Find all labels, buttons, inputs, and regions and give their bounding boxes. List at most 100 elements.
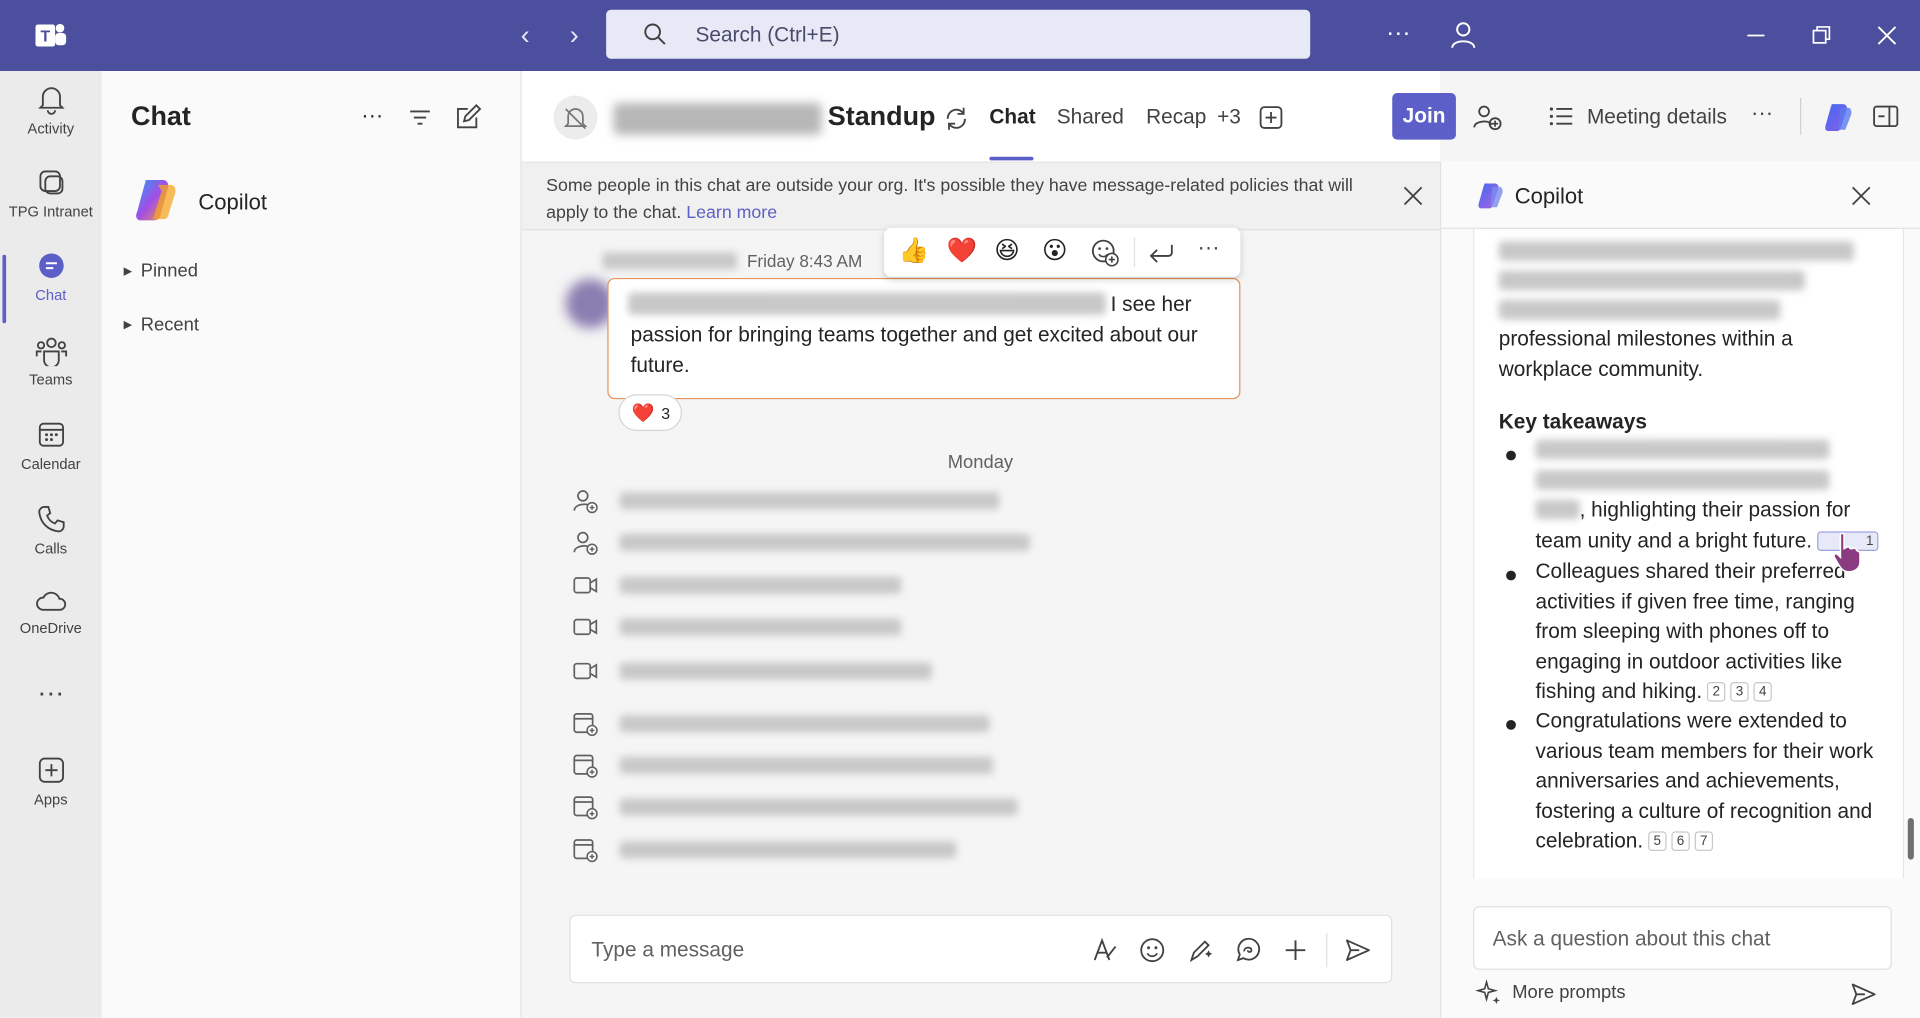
- response-text-redacted: [1498, 300, 1781, 320]
- rail-label: Chat: [35, 286, 67, 304]
- rail-label: OneDrive: [19, 619, 82, 637]
- rail-label: Calls: [34, 540, 68, 558]
- more-options-icon[interactable]: ···: [358, 103, 387, 132]
- copilot-input-placeholder: Ask a question about this chat: [1492, 926, 1771, 951]
- rail-item-apps[interactable]: Apps: [0, 754, 102, 832]
- profile-icon[interactable]: [1445, 17, 1482, 54]
- more-options-icon[interactable]: ···: [1386, 17, 1423, 54]
- citation-ref[interactable]: 2: [1707, 682, 1726, 702]
- teams-logo-icon[interactable]: T: [32, 17, 69, 54]
- send-icon[interactable]: [1849, 980, 1878, 1009]
- caret-right-icon: ▶: [123, 318, 133, 331]
- copilot-logo-icon: [136, 180, 176, 221]
- copilot-header: Copilot: [1441, 161, 1920, 229]
- bullet: [1506, 720, 1516, 730]
- chat-main: Standup Chat Shared Recap +3: [521, 71, 1441, 1018]
- recurring-icon: [946, 107, 966, 130]
- more-apps-icon[interactable]: ···: [0, 678, 102, 756]
- more-prompts-label: More prompts: [1512, 982, 1626, 1003]
- response-intro-text: professional milestones within a workpla…: [1498, 326, 1793, 381]
- rail-label: Calendar: [20, 455, 81, 473]
- back-arrow-icon[interactable]: ‹: [509, 20, 541, 52]
- copilot-chat-label: Copilot: [198, 189, 267, 215]
- citation-ref[interactable]: 5: [1648, 831, 1667, 852]
- copilot-pane: Copilot professional milestones within a…: [1440, 161, 1920, 1018]
- tab-shared[interactable]: Shared: [1057, 105, 1124, 129]
- citation-ref[interactable]: 3: [1730, 682, 1749, 702]
- key-takeaways-heading: Key takeaways: [1498, 410, 1647, 434]
- citation-ref[interactable]: 7: [1694, 831, 1713, 852]
- rail-label: Apps: [34, 791, 68, 809]
- add-tab-icon[interactable]: [1258, 104, 1285, 131]
- rail-label: TPG Intranet: [8, 203, 93, 221]
- takeaway-3: Congratulations were extended to various…: [1535, 708, 1874, 853]
- rail-item-chat[interactable]: Chat: [0, 250, 102, 328]
- response-text-redacted: [1535, 439, 1830, 460]
- calendar-icon: [38, 422, 64, 447]
- recent-label: Recent: [140, 314, 199, 336]
- close-icon[interactable]: [1849, 184, 1873, 208]
- participants-icon[interactable]: [1472, 102, 1504, 134]
- tab-chat[interactable]: Chat: [989, 105, 1035, 129]
- response-text-redacted: [1498, 270, 1805, 291]
- rail-item-onedrive[interactable]: OneDrive: [0, 588, 102, 666]
- new-chat-icon[interactable]: [453, 103, 482, 132]
- meeting-details-button[interactable]: Meeting details: [1587, 105, 1727, 129]
- cloud-icon: [35, 591, 66, 611]
- recent-section[interactable]: ▶ Recent: [124, 315, 199, 336]
- bell-off-icon: [563, 108, 588, 130]
- takeaway-1: , highlighting their passion for team un…: [1536, 496, 1879, 556]
- list-icon: [1549, 107, 1573, 126]
- copilot-logo-icon: [1478, 183, 1503, 209]
- tab-more-count[interactable]: +3: [1217, 105, 1241, 129]
- copilot-question-input[interactable]: Ask a question about this chat: [1473, 906, 1892, 970]
- chat-header: Standup Chat Shared Recap +3: [521, 71, 1441, 163]
- close-icon[interactable]: [1869, 17, 1906, 54]
- scrollbar[interactable]: [1907, 817, 1914, 860]
- chat-icon: [38, 253, 64, 278]
- pinned-section[interactable]: ▶ Pinned: [124, 261, 198, 282]
- rail-label: Activity: [27, 120, 75, 138]
- hand-cursor-icon: [1833, 532, 1861, 573]
- teams-icon: [35, 337, 67, 367]
- takeaway-2: Colleagues shared their preferred activi…: [1535, 559, 1855, 703]
- minimize-icon[interactable]: [1738, 17, 1775, 54]
- more-options-icon[interactable]: ···: [1751, 100, 1773, 126]
- rail-item-calls[interactable]: Calls: [0, 503, 102, 581]
- join-button[interactable]: Join: [1392, 93, 1456, 140]
- search-input[interactable]: Search (Ctrl+E): [606, 9, 1311, 59]
- rail-item-teams[interactable]: Teams: [0, 334, 102, 412]
- add-app-icon: [38, 757, 64, 783]
- rail-item-activity[interactable]: Activity: [0, 83, 102, 161]
- citation-ref[interactable]: 6: [1671, 831, 1690, 852]
- search-icon: [644, 23, 666, 45]
- rail-label: Teams: [29, 371, 73, 389]
- restore-icon[interactable]: [1802, 17, 1839, 54]
- response-text-redacted: [1498, 241, 1854, 261]
- copilot-response-card: professional milestones within a workpla…: [1473, 228, 1905, 878]
- response-text-redacted: [1535, 470, 1830, 490]
- bullet: [1506, 450, 1516, 461]
- chat-title: Standup: [827, 100, 936, 132]
- sparkle-icon: [1475, 979, 1501, 1005]
- chat-avatar[interactable]: [553, 95, 598, 140]
- filter-icon[interactable]: [405, 103, 434, 132]
- rail-item-tpg-intranet[interactable]: TPG Intranet: [0, 167, 102, 245]
- tab-recap[interactable]: Recap: [1146, 105, 1206, 129]
- intranet-icon: [38, 170, 63, 195]
- title-bar: T ‹ › Search (Ctrl+E) ···: [0, 0, 1920, 72]
- citation-ref[interactable]: 4: [1753, 682, 1772, 702]
- rail-item-calendar[interactable]: Calendar: [0, 419, 102, 497]
- chat-title-redacted: [613, 102, 822, 135]
- divider: [1800, 97, 1802, 135]
- forward-arrow-icon[interactable]: ›: [558, 20, 590, 52]
- bell-icon: [37, 87, 65, 115]
- copilot-toggle-icon[interactable]: [1822, 102, 1854, 134]
- tab-indicator: [989, 156, 1034, 161]
- bullet: [1506, 570, 1516, 581]
- side-panel-icon[interactable]: [1871, 103, 1900, 130]
- svg-text:T: T: [40, 29, 50, 46]
- phone-icon: [37, 506, 64, 533]
- copilot-chat-item[interactable]: Copilot: [131, 175, 267, 230]
- chat-list-pane: Chat ··· Copilot ▶ Pinned ▶ Recent: [101, 71, 522, 1018]
